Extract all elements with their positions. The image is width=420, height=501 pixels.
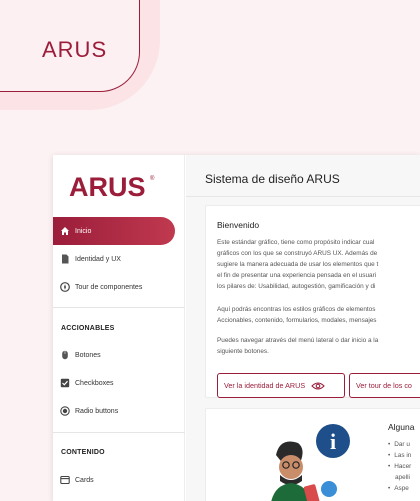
welcome-card: Bienvenido Este estándar gráfico, tiene … xyxy=(205,205,420,398)
info-glyph: i xyxy=(330,429,336,454)
sidebar-item-label: Tour de componentes xyxy=(75,283,143,291)
document-icon xyxy=(59,253,71,265)
checkbox-icon xyxy=(59,377,71,389)
list-item-continuation: apelli xyxy=(395,474,410,481)
eye-icon xyxy=(311,381,325,391)
sidebar: ARUS ® Inicio Identidad y UX Tour de com… xyxy=(53,155,185,501)
list-item: Aspe xyxy=(388,483,411,494)
button-label: Ver tour de los co xyxy=(356,381,412,390)
mouse-icon xyxy=(59,349,71,361)
card-icon xyxy=(59,474,71,486)
sidebar-item-botones[interactable]: Botones xyxy=(53,341,185,369)
sidebar-item-label: Inicio xyxy=(75,227,92,235)
welcome-paragraph-3: Puedes navegar através del menú lateral … xyxy=(217,337,379,355)
sidebar-item-label: Checkboxes xyxy=(75,379,114,387)
sidebar-item-tour[interactable]: Tour de componentes xyxy=(53,273,185,301)
ver-identidad-button[interactable]: Ver la identidad de ARUS xyxy=(217,373,345,398)
ver-tour-button[interactable]: Ver tour de los co xyxy=(349,373,420,398)
welcome-paragraph-2: Aquí podrás encontras los estilos gráfic… xyxy=(217,306,377,324)
logo-mark: ® xyxy=(150,175,155,182)
welcome-paragraph-1: Este estándar gráfico, tiene como propós… xyxy=(217,239,379,290)
hero-title: ARUS xyxy=(42,37,108,62)
arus-logo: ARUS ® xyxy=(69,172,155,202)
welcome-title: Bienvenido xyxy=(217,220,260,230)
compass-icon xyxy=(59,281,71,293)
sidebar-item-checkboxes[interactable]: Checkboxes xyxy=(53,369,185,397)
sidebar-item-label: Identidad y UX xyxy=(75,255,121,263)
sidebar-item-label: Radio buttons xyxy=(75,407,119,415)
header-divider xyxy=(186,196,420,197)
sidebar-item-identidad[interactable]: Identidad y UX xyxy=(53,245,185,273)
info-bullets: Dar u Las in Hacer apelli Aspe xyxy=(388,439,411,494)
sidebar-item-cards[interactable]: Cards xyxy=(53,466,185,494)
radio-icon xyxy=(59,405,71,417)
info-title: Alguna xyxy=(388,422,415,432)
logo-text: ARUS xyxy=(69,172,146,202)
app-window: ARUS ® Inicio Identidad y UX Tour de com… xyxy=(53,155,420,501)
sidebar-divider xyxy=(53,307,185,308)
list-item: Dar u xyxy=(388,439,411,450)
sidebar-item-label: Cards xyxy=(75,476,94,484)
sidebar-item-label: Botones xyxy=(75,351,101,359)
person-illustration: i xyxy=(271,424,350,501)
home-icon xyxy=(59,225,71,237)
section-title-accionables: ACCIONABLES xyxy=(61,325,115,332)
sidebar-item-radio[interactable]: Radio buttons xyxy=(53,397,185,425)
main-content: Sistema de diseño ARUS Bienvenido Este e… xyxy=(186,155,420,501)
section-title-contenido: CONTENIDO xyxy=(61,449,105,456)
sidebar-divider xyxy=(53,432,185,433)
sidebar-item-inicio[interactable]: Inicio xyxy=(53,217,175,245)
list-item: Las in xyxy=(388,450,411,461)
page-title: Sistema de diseño ARUS xyxy=(205,172,340,186)
button-label: Ver la identidad de ARUS xyxy=(224,381,306,390)
list-item: Hacer xyxy=(388,461,411,472)
